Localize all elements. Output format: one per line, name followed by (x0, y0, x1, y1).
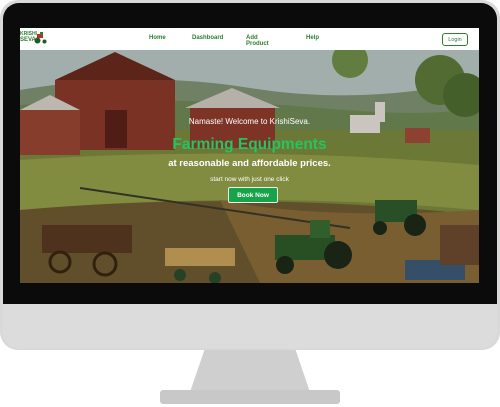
nav-link-dashboard[interactable]: Dashboard (192, 35, 223, 41)
tractor-icon (34, 32, 47, 44)
nav-link-help[interactable]: Help (306, 35, 319, 41)
book-now-button[interactable]: Book Now (228, 187, 278, 203)
nav-link-add-product[interactable]: Add Product (246, 35, 269, 47)
monitor-stand-neck (190, 350, 310, 392)
monitor-chin (3, 304, 497, 348)
site-logo[interactable]: KRISHI SEVA (20, 31, 48, 46)
login-button[interactable]: Login (442, 33, 468, 46)
hero-headline: Farming Equipments (172, 136, 327, 153)
monitor-stand-base (160, 390, 340, 404)
navbar: KRISHI SEVA Home Dashboard Add Product H… (20, 28, 479, 50)
hero-greeting: Namaste! Welcome to KrishiSeva. (188, 117, 311, 126)
hero-subline: at reasonable and affordable prices. (168, 158, 331, 169)
hero-cta-text: start now with just one click (210, 176, 289, 183)
screen: KRISHI SEVA Home Dashboard Add Product H… (20, 28, 479, 283)
hero-section: Namaste! Welcome to KrishiSeva. Farming … (20, 50, 479, 283)
nav-link-home[interactable]: Home (149, 35, 166, 41)
